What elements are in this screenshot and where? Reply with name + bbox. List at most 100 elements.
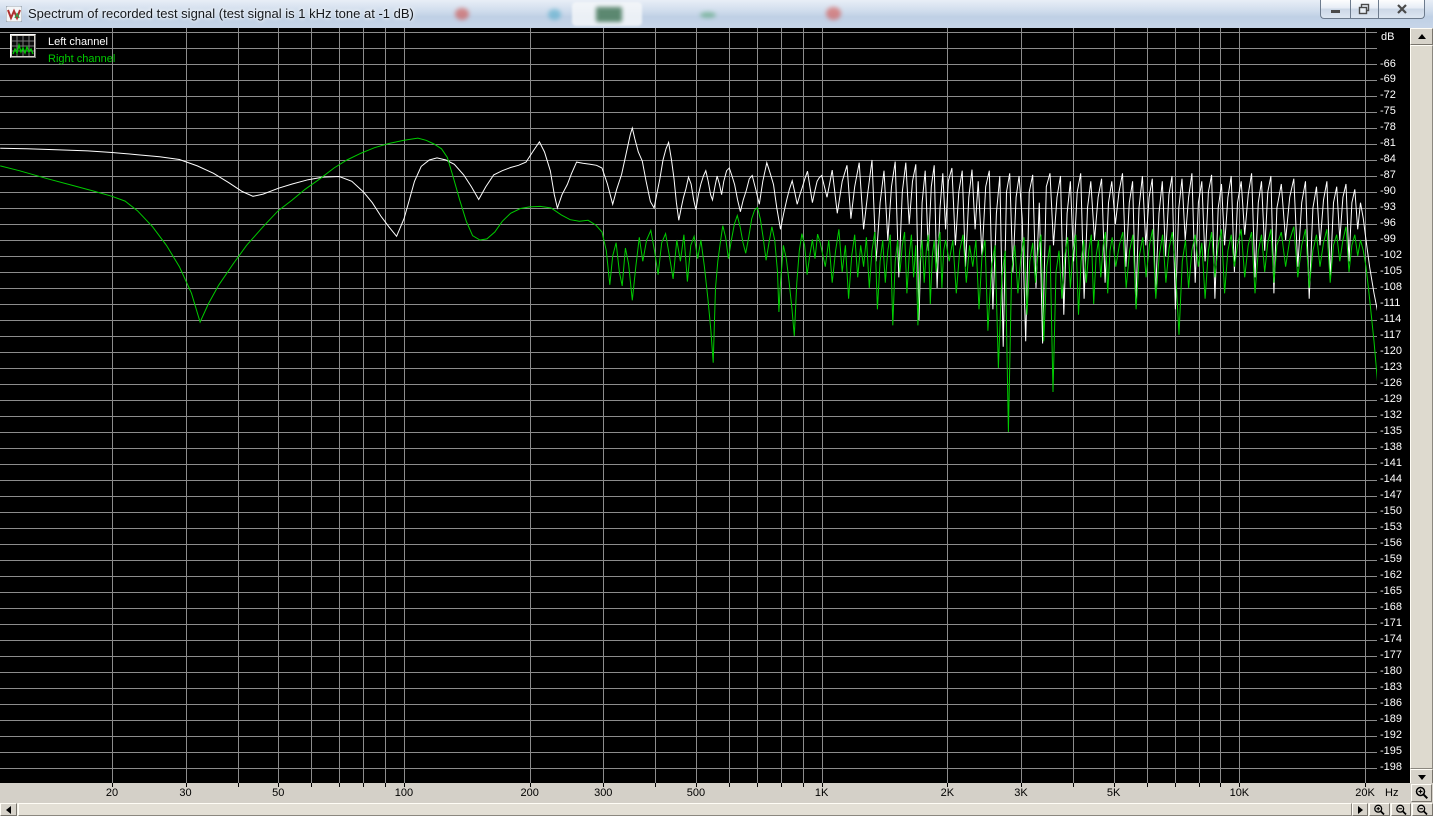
- x-tick-label: 20: [105, 787, 119, 799]
- aero-glass-blur: [700, 12, 716, 18]
- vertical-zoom-out-button[interactable]: [1412, 803, 1433, 816]
- y-tick-label: -162: [1380, 569, 1403, 582]
- spectrum-chart: [0, 28, 1377, 783]
- y-tick-label: -147: [1380, 489, 1403, 502]
- restore-button[interactable]: [1350, 0, 1379, 19]
- scroll-right-button[interactable]: [1352, 803, 1368, 816]
- y-tick-label: -186: [1380, 697, 1403, 710]
- x-tick-mark: [1220, 783, 1221, 787]
- x-tick-mark: [1073, 783, 1074, 787]
- arrow-left-icon: [6, 805, 11, 814]
- x-tick-mark: [1199, 783, 1200, 787]
- minimize-button[interactable]: [1320, 0, 1350, 19]
- y-tick-label: -102: [1380, 249, 1403, 262]
- vertical-zoom-in-button[interactable]: [1411, 784, 1432, 802]
- y-tick-label: -165: [1380, 585, 1403, 598]
- x-axis-unit: Hz: [1385, 787, 1399, 799]
- y-tick-label: -114: [1380, 313, 1402, 326]
- y-axis-labels: dB -66 -69 -72 -75 -78 -81 -84 -87 -90 -93 -96 -99 -…: [1377, 28, 1410, 783]
- y-tick-label: -183: [1380, 681, 1403, 694]
- rmaa-wave-icon: [6, 6, 22, 22]
- zoom-in-icon: [1374, 804, 1385, 815]
- window-title: Spectrum of recorded test signal (test s…: [28, 6, 414, 21]
- y-tick-label: -120: [1380, 345, 1403, 358]
- zoom-in-icon: [1415, 786, 1428, 800]
- vertical-scrollbar[interactable]: [1410, 28, 1433, 786]
- y-tick-label: -138: [1380, 441, 1403, 454]
- x-tick-mark: [1175, 783, 1176, 787]
- x-tick-label: 2K: [940, 787, 955, 799]
- scroll-up-button[interactable]: [1410, 28, 1433, 45]
- x-tick-mark: [385, 783, 386, 787]
- x-tick-label: 100: [394, 787, 414, 799]
- y-tick-label: -123: [1380, 361, 1403, 374]
- legend-right-channel: Right channel: [48, 53, 116, 65]
- y-tick-label: -195: [1380, 745, 1403, 758]
- x-tick-label: 300: [594, 787, 613, 799]
- y-tick-label: -198: [1380, 761, 1403, 774]
- vertical-scrollbar-thumb[interactable]: [1410, 45, 1433, 769]
- y-tick-label: -129: [1380, 393, 1403, 406]
- y-tick-label: -150: [1380, 505, 1403, 518]
- title-bar[interactable]: Spectrum of recorded test signal (test s…: [0, 0, 1433, 29]
- legend-spectrum-button[interactable]: [10, 34, 36, 58]
- x-tick-mark: [757, 783, 758, 787]
- y-tick-label: -81: [1380, 137, 1396, 150]
- y-tick-label: -135: [1380, 425, 1403, 438]
- legend-left-channel: Left channel: [48, 36, 108, 48]
- x-tick-label: 5K: [1106, 787, 1121, 799]
- aero-glass-blur: [455, 8, 469, 20]
- x-tick-mark: [1147, 783, 1148, 787]
- x-tick-label: 10K: [1229, 787, 1250, 799]
- mini-spectrum-icon: [12, 36, 34, 56]
- close-button[interactable]: [1379, 0, 1425, 19]
- y-tick-label: -108: [1380, 281, 1403, 294]
- horizontal-zoom-in-button[interactable]: [1369, 803, 1390, 816]
- legend: Left channel Right channel: [10, 34, 115, 68]
- y-tick-label: -78: [1380, 121, 1396, 134]
- y-axis-unit: dB: [1381, 31, 1395, 43]
- y-tick-label: -93: [1380, 201, 1396, 214]
- y-tick-label: -180: [1380, 665, 1403, 678]
- x-tick-label: 1K: [814, 787, 829, 799]
- x-tick-label: 50: [272, 787, 285, 799]
- x-axis-labels: 20 30 50 100 200 300 500 1K 2K 3K 5K 10K 20K Hz: [0, 783, 1433, 803]
- y-tick-label: -90: [1380, 185, 1396, 198]
- close-icon: [1396, 4, 1407, 14]
- restore-icon: [1358, 3, 1370, 15]
- x-tick-mark: [311, 783, 312, 787]
- spectrum-plot[interactable]: Left channel Right channel: [0, 28, 1377, 783]
- aero-glass-blur: [548, 9, 561, 20]
- arrow-up-icon: [1417, 34, 1426, 39]
- y-tick-label: -168: [1380, 601, 1403, 614]
- x-tick-label: 200: [520, 787, 539, 799]
- scroll-left-button[interactable]: [0, 803, 17, 816]
- aero-glass-blur: [596, 7, 622, 22]
- y-tick-label: -96: [1380, 217, 1396, 230]
- y-tick-label: -132: [1380, 409, 1403, 422]
- x-tick-mark: [238, 783, 239, 787]
- horizontal-scrollbar[interactable]: [0, 803, 1433, 816]
- x-tick-label: 500: [686, 787, 706, 799]
- zoom-out-icon: [1417, 804, 1428, 815]
- y-tick-label: -144: [1380, 473, 1403, 486]
- aero-glass-blur: [826, 7, 841, 20]
- zoom-out-icon: [1395, 804, 1407, 815]
- x-tick-mark: [781, 783, 782, 787]
- spectrum-window: Spectrum of recorded test signal (test s…: [0, 0, 1433, 816]
- y-tick-label: -192: [1380, 729, 1403, 742]
- y-tick-label: -117: [1380, 329, 1402, 342]
- horizontal-scrollbar-thumb[interactable]: [18, 803, 1352, 816]
- arrow-down-icon: [1417, 775, 1426, 780]
- y-tick-label: -99: [1380, 233, 1396, 246]
- y-tick-label: -174: [1380, 633, 1403, 646]
- x-tick-mark: [363, 783, 364, 787]
- y-tick-label: -105: [1380, 265, 1403, 278]
- x-tick-label: 30: [179, 787, 192, 799]
- y-tick-label: -75: [1380, 105, 1396, 118]
- window-controls: [1320, 0, 1425, 19]
- y-tick-label: -69: [1380, 73, 1396, 86]
- horizontal-zoom-out-button[interactable]: [1391, 803, 1411, 816]
- y-tick-label: -66: [1380, 57, 1396, 70]
- arrow-right-icon: [1357, 805, 1363, 814]
